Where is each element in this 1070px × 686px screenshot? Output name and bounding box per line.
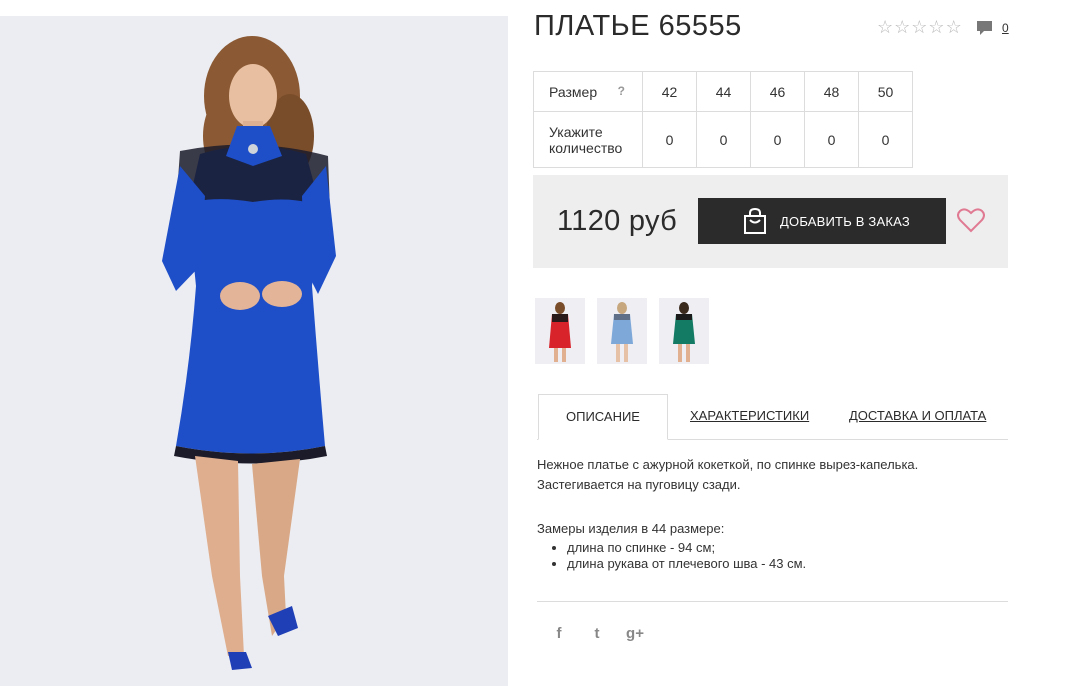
size-label: Размер xyxy=(549,83,598,100)
comment-icon xyxy=(977,21,992,35)
size-option: 50 xyxy=(858,71,913,112)
quantity-label-cell: Укажите количество xyxy=(533,111,643,168)
quantity-label-line1: Укажите xyxy=(549,123,603,140)
quantity-input[interactable]: 0 xyxy=(858,111,913,168)
variant-red-image xyxy=(549,302,571,362)
measurement-item: длина по спинке - 94 см; xyxy=(567,540,1007,556)
size-option: 46 xyxy=(750,71,805,112)
facebook-icon[interactable]: f xyxy=(550,625,568,643)
star-icon[interactable]: ☆ xyxy=(894,18,910,36)
product-main-photo[interactable] xyxy=(0,16,508,686)
size-help-icon[interactable]: ? xyxy=(618,84,625,98)
star-icon[interactable]: ☆ xyxy=(946,18,962,36)
quantity-input[interactable]: 0 xyxy=(750,111,805,168)
google-plus-icon[interactable]: g+ xyxy=(626,625,644,643)
size-label-cell: Размер ? xyxy=(533,71,643,112)
color-variants xyxy=(535,298,709,364)
buy-box: 1120 руб ДОБАВИТЬ В ЗАКАЗ xyxy=(533,175,1008,268)
product-price: 1120 руб xyxy=(557,205,678,237)
divider xyxy=(537,601,1008,602)
tab-delivery-payment[interactable]: ДОСТАВКА И ОПЛАТА xyxy=(849,394,986,438)
variant-thumb-light-blue[interactable] xyxy=(597,298,647,364)
quantity-input[interactable]: 0 xyxy=(804,111,859,168)
product-title: ПЛАТЬЕ 65555 xyxy=(534,10,742,42)
model-illustration xyxy=(0,16,508,686)
add-to-order-button[interactable]: ДОБАВИТЬ В ЗАКАЗ xyxy=(698,198,946,244)
variant-thumb-green[interactable] xyxy=(659,298,709,364)
description-line: Застегивается на пуговицу сзади. xyxy=(537,477,741,492)
add-to-order-label: ДОБАВИТЬ В ЗАКАЗ xyxy=(780,213,910,229)
twitter-icon[interactable]: t xyxy=(588,625,606,643)
rating-stars[interactable]: ☆ ☆ ☆ ☆ ☆ xyxy=(877,18,962,36)
size-option: 48 xyxy=(804,71,859,112)
star-icon[interactable]: ☆ xyxy=(911,18,927,36)
heart-icon[interactable] xyxy=(957,207,985,233)
size-table: Размер ? 42 44 46 48 50 Укажите количест… xyxy=(533,71,913,168)
variant-light-blue-image xyxy=(611,302,633,362)
quantity-label-line2: количество xyxy=(549,139,623,156)
measurements-title: Замеры изделия в 44 размере: xyxy=(537,521,725,536)
size-option: 42 xyxy=(642,71,697,112)
variant-thumb-red[interactable] xyxy=(535,298,585,364)
measurements-list: длина по спинке - 94 см; длина рукава от… xyxy=(537,540,1007,572)
tab-characteristics[interactable]: ХАРАКТЕРИСТИКИ xyxy=(690,394,809,438)
quantity-input[interactable]: 0 xyxy=(642,111,697,168)
product-tabs: ОПИСАНИЕ ХАРАКТЕРИСТИКИ ДОСТАВКА И ОПЛАТ… xyxy=(537,394,1008,440)
size-option: 44 xyxy=(696,71,751,112)
measurement-item: длина рукава от плечевого шва - 43 см. xyxy=(567,556,1007,572)
comments-link[interactable]: 0 xyxy=(976,20,1009,36)
description-panel: Нежное платье с ажурной кокеткой, по спи… xyxy=(537,455,1007,572)
description-line: Нежное платье с ажурной кокеткой, по спи… xyxy=(537,457,919,472)
tab-description[interactable]: ОПИСАНИЕ xyxy=(538,394,668,440)
star-icon[interactable]: ☆ xyxy=(877,18,893,36)
quantity-input[interactable]: 0 xyxy=(696,111,751,168)
social-share: f t g+ xyxy=(550,625,644,643)
comments-count[interactable]: 0 xyxy=(1002,21,1009,35)
variant-green-image xyxy=(673,302,695,362)
shopping-bag-icon xyxy=(744,207,766,234)
star-icon[interactable]: ☆ xyxy=(928,18,944,36)
